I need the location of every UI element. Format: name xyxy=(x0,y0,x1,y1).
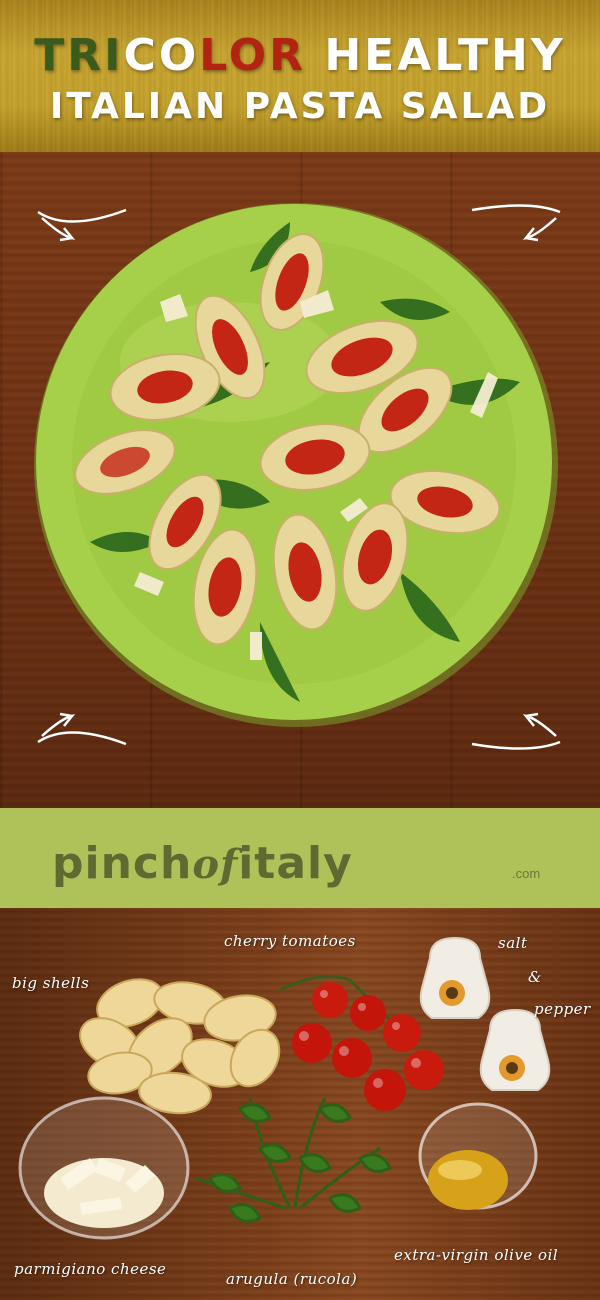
label-and: & xyxy=(528,968,542,986)
brand-suffix: .com xyxy=(512,866,541,881)
label-arugula: arugula (rucola) xyxy=(226,1270,358,1288)
curved-arrow-icon xyxy=(37,712,127,746)
brand-logo: pinchofitaly xyxy=(52,838,353,889)
title-healthy: HEALTHY xyxy=(306,30,566,81)
arugula-bunch xyxy=(194,1097,393,1223)
brand-name-of: of xyxy=(192,841,239,888)
label-olive-oil: extra-virgin olive oil xyxy=(394,1246,559,1264)
big-shells xyxy=(79,978,281,1115)
salt-shaker xyxy=(419,936,491,1019)
ingredients-illustration xyxy=(18,936,551,1240)
brand-name-pinch: pinch xyxy=(52,838,193,889)
label-parmigiano: parmigiano cheese xyxy=(14,1260,167,1278)
page-subtitle: ITALIAN PASTA SALAD xyxy=(49,86,551,127)
curved-arrow-icon xyxy=(471,712,561,750)
olive-oil-glass xyxy=(418,1102,538,1210)
page-title: TRICOLOR HEALTHY xyxy=(0,30,600,81)
dish-photo xyxy=(0,152,600,808)
brand-banner: pinchofitaly .com xyxy=(0,808,600,908)
title-lor: LOR xyxy=(199,30,306,81)
pepper-shaker xyxy=(479,1008,551,1091)
title-tri: TRI xyxy=(34,30,124,81)
title-co: CO xyxy=(123,30,200,81)
curved-arrow-icon xyxy=(471,204,561,242)
title-banner: TRICOLOR HEALTHY ITALIAN PASTA SALAD xyxy=(0,0,600,152)
cherry-tomatoes xyxy=(279,975,444,1111)
label-pepper: pepper xyxy=(534,1000,591,1018)
brand-name-italy: italy xyxy=(238,838,353,889)
label-salt: salt xyxy=(498,934,528,952)
label-big-shells: big shells xyxy=(12,974,90,992)
cheese-bowl xyxy=(18,1096,190,1240)
ingredients-photo: big shells cherry tomatoes salt & pepper… xyxy=(0,908,600,1300)
label-cherry-tomatoes: cherry tomatoes xyxy=(224,932,356,950)
curved-arrow-icon xyxy=(37,208,127,242)
